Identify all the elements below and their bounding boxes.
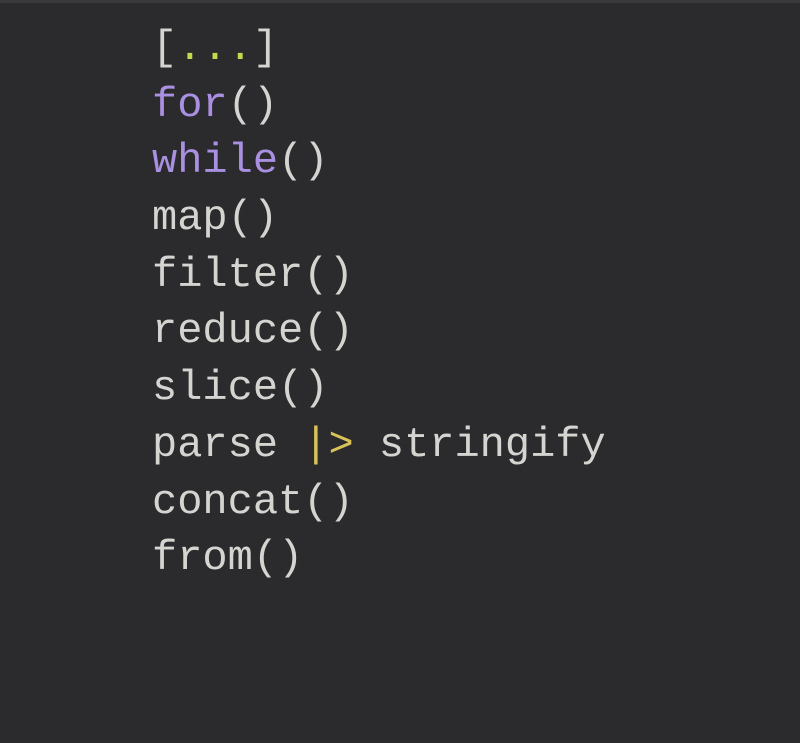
parens: () — [228, 81, 278, 129]
fn-from: from — [152, 534, 253, 582]
code-line-while: while() — [152, 133, 800, 190]
spread-dots: ... — [177, 24, 253, 72]
bracket-close: ] — [253, 24, 278, 72]
stringify-label: stringify — [354, 421, 606, 469]
top-border — [0, 0, 800, 3]
bracket-open: [ — [152, 24, 177, 72]
parens: () — [253, 534, 303, 582]
pipe-operator: |> — [303, 421, 353, 469]
parens: () — [278, 364, 328, 412]
parens: () — [303, 307, 353, 355]
code-line-for: for() — [152, 77, 800, 134]
keyword-for: for — [152, 81, 228, 129]
keyword-while: while — [152, 137, 278, 185]
fn-filter: filter — [152, 251, 303, 299]
parens: () — [228, 194, 278, 242]
code-line-filter: filter() — [152, 247, 800, 304]
code-line-map: map() — [152, 190, 800, 247]
fn-reduce: reduce — [152, 307, 303, 355]
parse-label: parse — [152, 421, 303, 469]
fn-slice: slice — [152, 364, 278, 412]
code-line-pipe: parse |> stringify — [152, 417, 800, 474]
code-line-from: from() — [152, 530, 800, 587]
parens: () — [303, 251, 353, 299]
code-line-spread: [...] — [152, 20, 800, 77]
code-line-concat: concat() — [152, 474, 800, 531]
code-line-reduce: reduce() — [152, 303, 800, 360]
code-line-slice: slice() — [152, 360, 800, 417]
parens: () — [278, 137, 328, 185]
fn-map: map — [152, 194, 228, 242]
parens: () — [303, 478, 353, 526]
fn-concat: concat — [152, 478, 303, 526]
